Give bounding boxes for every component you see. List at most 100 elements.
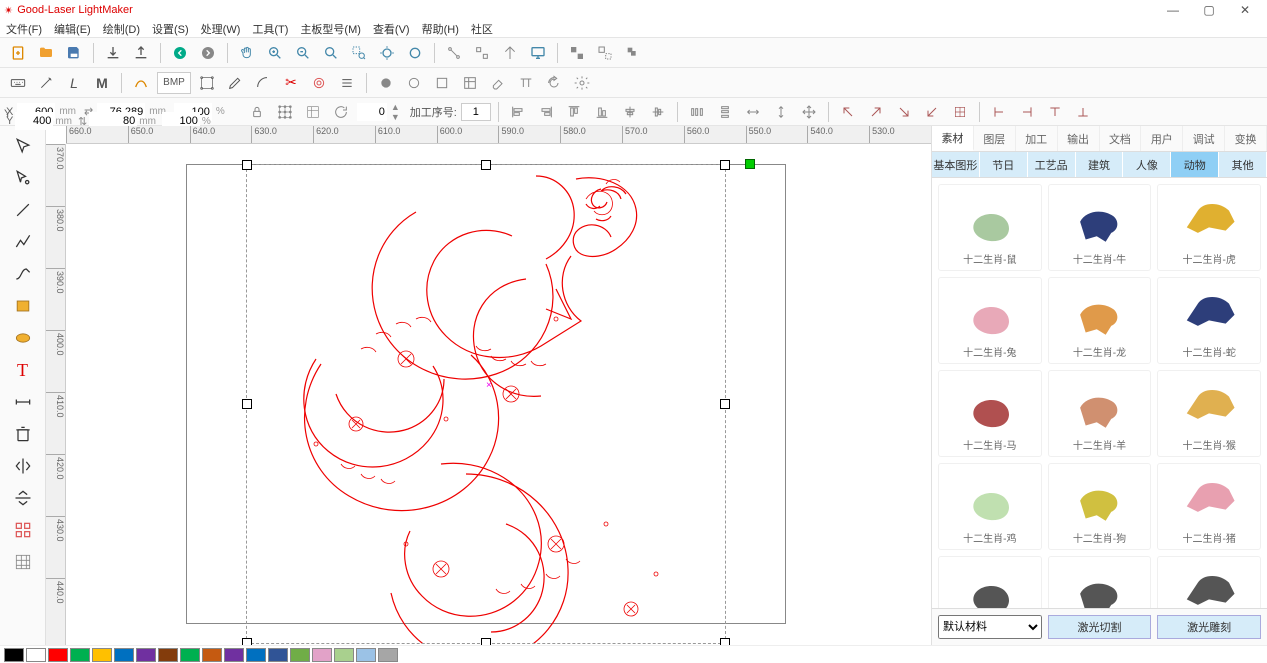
center-grid[interactable] <box>948 100 972 124</box>
close-button[interactable]: ✕ <box>1227 0 1263 20</box>
screen-button[interactable] <box>526 41 550 65</box>
tool-gear[interactable] <box>570 71 594 95</box>
menu-draw[interactable]: 绘制(D) <box>103 21 140 37</box>
menu-tools[interactable]: 工具(T) <box>252 21 288 37</box>
color-swatch[interactable] <box>70 648 90 662</box>
rtab-7[interactable]: 变换 <box>1225 126 1267 151</box>
rtab-1[interactable]: 图层 <box>974 126 1016 151</box>
zoom-fit-button[interactable] <box>319 41 343 65</box>
group-align-1[interactable] <box>565 41 589 65</box>
gallery-item[interactable]: 十二生肖-猴 <box>1157 370 1261 457</box>
mirror-v-tool[interactable] <box>7 484 39 512</box>
zoom-in-button[interactable] <box>263 41 287 65</box>
menu-community[interactable]: 社区 <box>471 21 493 37</box>
page-grid-icon[interactable] <box>301 100 325 124</box>
rtab-5[interactable]: 用户 <box>1141 126 1183 151</box>
gallery-item[interactable]: 十二生肖-虎 <box>1157 184 1261 271</box>
subtab-6[interactable]: 其他 <box>1219 152 1267 177</box>
gallery-item[interactable]: 十二生肖-牛 <box>1048 184 1152 271</box>
tool-fill3[interactable] <box>430 71 454 95</box>
gallery-item[interactable]: 十二生肖-蛇 <box>1157 277 1261 364</box>
gallery-item[interactable]: 十二生肖-猪 <box>1157 463 1261 550</box>
material-select[interactable]: 默认材料 <box>938 615 1042 639</box>
line-tool[interactable] <box>7 196 39 224</box>
bmp-button[interactable]: BMP <box>157 72 191 94</box>
select-tool[interactable] <box>7 132 39 160</box>
corner-br[interactable] <box>892 100 916 124</box>
export-button[interactable] <box>129 41 153 65</box>
color-swatch[interactable] <box>334 648 354 662</box>
space-v[interactable] <box>769 100 793 124</box>
rtab-6[interactable]: 调试 <box>1183 126 1225 151</box>
tool-pen[interactable] <box>223 71 247 95</box>
tool-cut[interactable]: ✂ <box>279 71 303 95</box>
stepper-icon[interactable]: ▲▼ <box>391 102 400 122</box>
tool-fill1[interactable] <box>374 71 398 95</box>
tool-align-t[interactable] <box>514 71 538 95</box>
menu-board[interactable]: 主板型号(M) <box>300 21 361 37</box>
color-swatch[interactable] <box>158 648 178 662</box>
polyline-tool[interactable] <box>7 228 39 256</box>
move-arrows[interactable] <box>797 100 821 124</box>
color-swatch[interactable] <box>114 648 134 662</box>
color-swatch[interactable] <box>180 648 200 662</box>
tool-wand[interactable] <box>34 71 58 95</box>
zoom-page-button[interactable] <box>403 41 427 65</box>
edge-r[interactable] <box>1015 100 1039 124</box>
zoom-select-button[interactable] <box>347 41 371 65</box>
group-align-2[interactable] <box>593 41 617 65</box>
color-swatch[interactable] <box>92 648 112 662</box>
tool-refresh[interactable] <box>542 71 566 95</box>
gallery-item[interactable] <box>938 556 1042 608</box>
subtab-1[interactable]: 节日 <box>980 152 1028 177</box>
tool-list[interactable] <box>335 71 359 95</box>
node-btn-1[interactable] <box>442 41 466 65</box>
align-bottom[interactable] <box>590 100 614 124</box>
dist-v[interactable] <box>713 100 737 124</box>
tool-m[interactable]: M <box>90 71 114 95</box>
subtab-2[interactable]: 工艺品 <box>1028 152 1076 177</box>
gallery-item[interactable]: 十二生肖-鸡 <box>938 463 1042 550</box>
tool-circle-target[interactable] <box>307 71 331 95</box>
anchor-grid-icon[interactable] <box>273 100 297 124</box>
new-file-button[interactable] <box>6 41 30 65</box>
group-align-3[interactable] <box>621 41 645 65</box>
seq-input[interactable] <box>461 103 491 121</box>
menu-edit[interactable]: 编辑(E) <box>54 21 91 37</box>
rtab-0[interactable]: 素材 <box>932 126 974 151</box>
menu-settings[interactable]: 设置(S) <box>152 21 189 37</box>
lock-aspect-icon[interactable] <box>245 100 269 124</box>
color-swatch[interactable] <box>4 648 24 662</box>
rtab-2[interactable]: 加工 <box>1016 126 1058 151</box>
mirror-h-tool[interactable] <box>7 452 39 480</box>
keyboard-icon[interactable] <box>6 71 30 95</box>
text-tool[interactable]: T <box>7 356 39 384</box>
ellipse-tool[interactable] <box>7 324 39 352</box>
corner-tr[interactable] <box>864 100 888 124</box>
maximize-button[interactable]: ▢ <box>1191 0 1227 20</box>
node-tool[interactable] <box>7 164 39 192</box>
menu-view[interactable]: 查看(V) <box>373 21 410 37</box>
subtab-4[interactable]: 人像 <box>1123 152 1171 177</box>
align-hcenter[interactable] <box>618 100 642 124</box>
tool-eraser[interactable] <box>486 71 510 95</box>
tool-bbox[interactable] <box>195 71 219 95</box>
color-swatch[interactable] <box>136 648 156 662</box>
menu-help[interactable]: 帮助(H) <box>422 21 459 37</box>
grid-tool[interactable] <box>7 548 39 576</box>
asset-gallery[interactable]: 十二生肖-鼠十二生肖-牛十二生肖-虎十二生肖-兔十二生肖-龙十二生肖-蛇十二生肖… <box>932 178 1267 608</box>
align-vcenter[interactable] <box>646 100 670 124</box>
pan-button[interactable] <box>235 41 259 65</box>
import-button[interactable] <box>101 41 125 65</box>
zoom-all-button[interactable] <box>375 41 399 65</box>
edge-b[interactable] <box>1071 100 1095 124</box>
gallery-item[interactable]: 十二生肖-狗 <box>1048 463 1152 550</box>
tool-fill4[interactable] <box>458 71 482 95</box>
align-right[interactable] <box>534 100 558 124</box>
color-swatch[interactable] <box>202 648 222 662</box>
open-file-button[interactable] <box>34 41 58 65</box>
color-swatch[interactable] <box>290 648 310 662</box>
space-h[interactable] <box>741 100 765 124</box>
node-btn-2[interactable] <box>470 41 494 65</box>
laser-cut-button[interactable]: 激光切割 <box>1048 615 1152 639</box>
